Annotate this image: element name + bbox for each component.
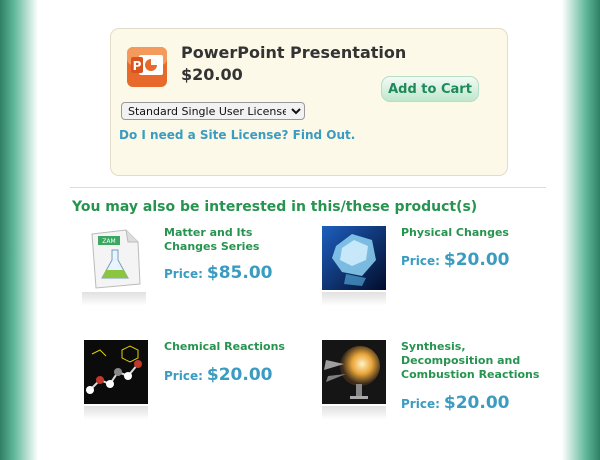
- price-label: Price:: [164, 267, 203, 281]
- price-label: Price:: [401, 254, 440, 268]
- svg-text:P: P: [133, 59, 142, 73]
- add-to-cart-button[interactable]: Add to Cart: [381, 76, 479, 102]
- related-item-price-row: Price: $85.00: [164, 263, 273, 283]
- thumb-reflection: [82, 292, 146, 306]
- molecule-icon[interactable]: [84, 340, 148, 404]
- site-license-link[interactable]: Do I need a Site License? Find Out.: [119, 128, 355, 142]
- price-label: Price:: [401, 397, 440, 411]
- price-value: $20.00: [443, 250, 510, 270]
- product-card: P PowerPoint Presentation $20.00 Add to …: [110, 28, 508, 176]
- thumb-reflection: [84, 406, 148, 420]
- related-item-price-row: Price: $20.00: [401, 393, 510, 413]
- price-label: Price:: [164, 369, 203, 383]
- thumb-reflection: [322, 292, 386, 306]
- divider: [70, 187, 546, 188]
- price-value: $85.00: [206, 263, 273, 283]
- ice-icon[interactable]: [322, 226, 386, 290]
- explosion-icon[interactable]: [322, 340, 386, 404]
- price-value: $20.00: [443, 393, 510, 413]
- product-price: $20.00: [181, 65, 243, 84]
- related-item-title[interactable]: Physical Changes: [401, 226, 541, 240]
- flask-document-icon[interactable]: ZAM: [82, 226, 146, 290]
- license-select[interactable]: Standard Single User License: [121, 102, 305, 120]
- powerpoint-icon: P: [127, 47, 167, 87]
- product-title: PowerPoint Presentation: [181, 43, 407, 62]
- related-item-title[interactable]: Chemical Reactions: [164, 340, 304, 354]
- related-item-title[interactable]: Matter and Its Changes Series: [164, 226, 304, 254]
- svg-text:ZAM: ZAM: [102, 238, 115, 245]
- related-products-heading: You may also be interested in this/these…: [72, 199, 478, 215]
- related-item-price-row: Price: $20.00: [401, 250, 510, 270]
- related-item-title[interactable]: Synthesis, Decomposition and Combustion …: [401, 340, 541, 382]
- thumb-reflection: [322, 406, 386, 420]
- related-item-price-row: Price: $20.00: [164, 365, 273, 385]
- price-value: $20.00: [206, 365, 273, 385]
